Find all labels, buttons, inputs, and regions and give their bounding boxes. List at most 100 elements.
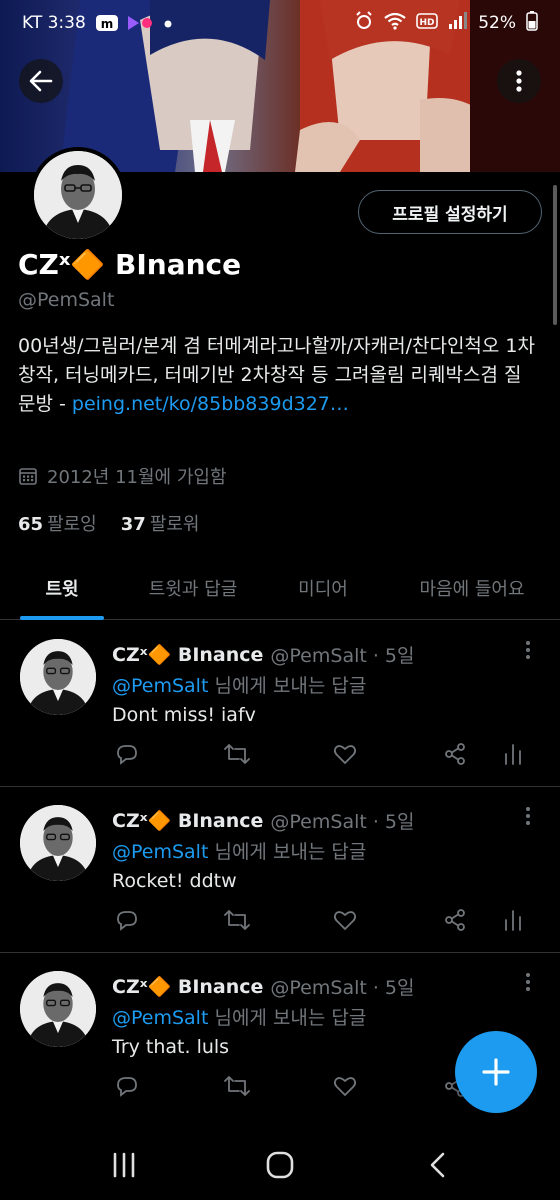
back-nav-button[interactable] <box>420 1147 456 1183</box>
heart-icon <box>333 911 357 930</box>
tweet-author-name: CZˣ🔶 BInance <box>112 810 264 832</box>
svg-text:m: m <box>101 17 114 31</box>
analytics-icon <box>505 910 521 931</box>
reply-mention-link[interactable]: @PemSalt <box>112 841 208 863</box>
edit-profile-button[interactable]: 프로필 설정하기 <box>358 190 542 234</box>
tweet-header: CZˣ🔶 BInance @PemSalt · 5일 <box>112 973 415 1000</box>
reply-button[interactable] <box>112 905 142 935</box>
tweet-more-button[interactable] <box>524 639 532 665</box>
back-button[interactable] <box>19 59 63 103</box>
battery-icon <box>526 10 538 36</box>
like-button[interactable] <box>330 739 360 769</box>
tweet-item[interactable]: CZˣ🔶 BInance @PemSalt · 5일 @PemSalt 님에게 … <box>0 621 560 787</box>
profile-bio: 00년생/그림러/본계 겸 터메계라고나할까/자캐러/찬다인척오 1차창작, 터… <box>18 332 538 419</box>
more-vertical-icon <box>526 973 530 991</box>
tweet-avatar[interactable] <box>20 805 96 881</box>
avatar-photo <box>20 639 96 715</box>
wifi-icon <box>384 12 406 35</box>
joined-date: 2012년 11월에 가입함 <box>18 463 227 489</box>
tweet-text: Try that. luls <box>112 1036 230 1058</box>
calendar-icon <box>19 468 37 485</box>
heart-icon <box>333 745 357 764</box>
following-label: 팔로잉 <box>47 514 97 535</box>
arrow-left-icon <box>29 70 53 92</box>
more-options-button[interactable] <box>497 59 541 103</box>
home-icon <box>266 1151 294 1179</box>
tweet-actions <box>112 739 532 779</box>
reply-context: @PemSalt 님에게 보내는 답글 <box>112 671 366 698</box>
retweet-icon <box>224 1076 250 1096</box>
alarm-icon <box>354 10 374 36</box>
share-icon <box>445 743 465 765</box>
tab-tweets-replies[interactable]: 트윗과 답글 <box>124 556 262 619</box>
tweet-text: Dont miss! iafv <box>112 704 256 726</box>
signal-icon <box>448 11 468 35</box>
reply-icon <box>117 745 137 765</box>
share-icon <box>445 909 465 931</box>
like-button[interactable] <box>330 905 360 935</box>
profile-handle: @PemSalt <box>18 289 115 311</box>
tweet-author-name: CZˣ🔶 BInance <box>112 976 264 998</box>
scrollbar[interactable] <box>553 185 557 325</box>
like-button[interactable] <box>330 1071 360 1101</box>
analytics-icon <box>505 744 521 765</box>
profile-display-name: CZˣ🔶 BInance <box>18 248 242 281</box>
retweet-button[interactable] <box>222 905 252 935</box>
chevron-left-icon <box>430 1152 445 1178</box>
status-time: KT 3:38 <box>22 13 86 33</box>
home-button[interactable] <box>262 1147 298 1183</box>
tweet-header: CZˣ🔶 BInance @PemSalt · 5일 <box>112 807 415 834</box>
tweet-header: CZˣ🔶 BInance @PemSalt · 5일 <box>112 641 415 668</box>
media-notification-icon <box>127 16 154 30</box>
retweet-button[interactable] <box>222 739 252 769</box>
reply-button[interactable] <box>112 1071 142 1101</box>
tweet-avatar[interactable] <box>20 639 96 715</box>
tweet-avatar[interactable] <box>20 971 96 1047</box>
more-vertical-icon <box>526 807 530 825</box>
avatar-photo <box>20 971 96 1047</box>
svg-text:HD: HD <box>420 18 435 28</box>
tweet-more-button[interactable] <box>524 971 532 997</box>
retweet-button[interactable] <box>222 1071 252 1101</box>
app-notification-icon: m <box>95 14 118 32</box>
share-button[interactable] <box>440 739 470 769</box>
more-vertical-icon <box>526 641 530 659</box>
reply-suffix: 님에게 보내는 답글 <box>208 841 367 863</box>
tweet-more-button[interactable] <box>524 805 532 831</box>
tab-likes[interactable]: 마음에 들어요 <box>384 556 560 619</box>
tweet-actions <box>112 905 532 945</box>
tweet-item[interactable]: CZˣ🔶 BInance @PemSalt · 5일 @PemSalt 님에게 … <box>0 787 560 953</box>
more-vertical-icon <box>516 70 522 92</box>
reply-button[interactable] <box>112 739 142 769</box>
reply-context: @PemSalt 님에게 보내는 답글 <box>112 837 366 864</box>
followers-link[interactable]: 37 팔로워 <box>121 510 200 536</box>
tab-tweets[interactable]: 트윗 <box>0 556 124 620</box>
followers-count: 37 <box>120 514 146 535</box>
recent-apps-button[interactable] <box>106 1147 142 1183</box>
reply-mention-link[interactable]: @PemSalt <box>112 1007 208 1029</box>
tweet-author-name: CZˣ🔶 BInance <box>112 644 264 666</box>
bio-link[interactable]: peing.net/ko/85bb839d327… <box>72 393 349 415</box>
battery-percent: 52% <box>478 13 516 33</box>
system-nav-bar <box>0 1125 560 1200</box>
profile-avatar[interactable] <box>30 147 126 243</box>
profile-tabs: 트윗 트윗과 답글 미디어 마음에 들어요 <box>0 556 560 620</box>
tweet-author-handle: @PemSalt · 5일 <box>270 977 415 999</box>
tweet-author-handle: @PemSalt · 5일 <box>270 811 415 833</box>
following-link[interactable]: 65 팔로잉 <box>18 510 97 536</box>
followers-label: 팔로워 <box>149 514 200 535</box>
reply-mention-link[interactable]: @PemSalt <box>112 675 208 697</box>
tab-media[interactable]: 미디어 <box>262 556 384 619</box>
following-count: 65 <box>18 514 44 535</box>
avatar-photo <box>34 151 122 239</box>
reply-icon <box>117 1077 137 1097</box>
joined-text: 2012년 11월에 가입함 <box>47 467 227 488</box>
compose-tweet-button[interactable] <box>455 1031 537 1113</box>
avatar-photo <box>20 805 96 881</box>
reply-suffix: 님에게 보내는 답글 <box>208 675 367 697</box>
tweet-text: Rocket! ddtw <box>112 870 237 892</box>
tweet-author-handle: @PemSalt · 5일 <box>270 645 415 667</box>
analytics-button[interactable] <box>498 739 528 769</box>
share-button[interactable] <box>440 905 470 935</box>
analytics-button[interactable] <box>498 905 528 935</box>
